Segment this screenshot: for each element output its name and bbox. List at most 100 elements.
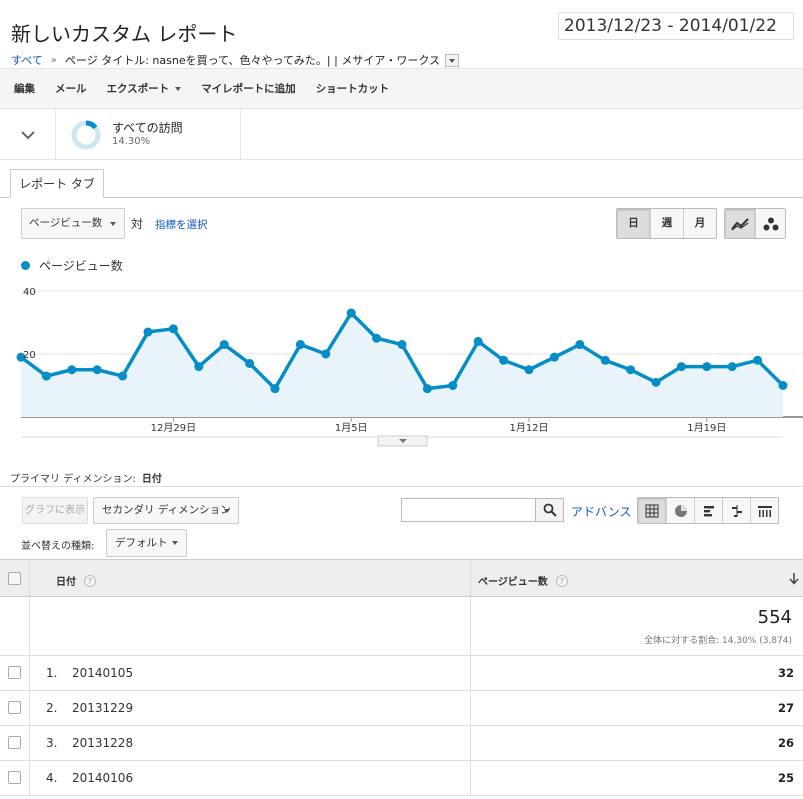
chart-point[interactable] <box>143 327 153 337</box>
comparison-icon <box>731 504 742 517</box>
row-pageviews: 25 <box>777 771 794 785</box>
chart-point[interactable] <box>473 336 483 346</box>
chart-point[interactable] <box>270 384 280 394</box>
chart-point[interactable] <box>295 340 305 350</box>
row-pageviews: 27 <box>777 701 794 715</box>
row-checkbox[interactable] <box>8 701 21 714</box>
chart-point[interactable] <box>41 371 51 381</box>
pie-view-button[interactable] <box>666 498 694 523</box>
search-button[interactable] <box>535 498 564 522</box>
chart-resize-handle[interactable] <box>377 435 428 447</box>
row-number: 2. <box>46 701 58 715</box>
secondary-dimension-select[interactable]: セカンダリ ディメンション <box>93 497 239 524</box>
breadcrumb: すべて » ページ タイトル: nasneを買って、色々やってみた。| | メサ… <box>11 52 460 68</box>
data-table: 日付? ページビュー数? 554 全体に対する割合: 14.30% (3,874… <box>0 559 803 796</box>
granularity-month-button[interactable]: 月 <box>683 209 716 238</box>
chart-point[interactable] <box>575 340 585 350</box>
chart-point[interactable] <box>676 362 686 372</box>
chart-point[interactable] <box>372 333 382 343</box>
chart-legend: ページビュー数 <box>21 257 123 274</box>
metric-select[interactable]: ページビュー数 <box>21 208 125 239</box>
chart-point[interactable] <box>651 377 661 387</box>
vs-label: 対 <box>131 217 144 231</box>
advanced-filter-link[interactable]: アドバンス <box>571 503 631 520</box>
chart-point[interactable] <box>346 308 356 318</box>
header-dimension-cell[interactable]: 日付? <box>30 560 471 596</box>
chart-point[interactable] <box>626 365 636 375</box>
chart-point[interactable] <box>67 365 77 375</box>
segment-toggle-button[interactable] <box>0 110 56 159</box>
chart-point[interactable] <box>448 381 458 390</box>
segment-card[interactable]: すべての訪問 14.30% <box>56 110 241 159</box>
chart-point[interactable] <box>245 358 255 368</box>
chart-point[interactable] <box>168 324 178 334</box>
chart-point[interactable] <box>727 362 737 372</box>
help-icon[interactable]: ? <box>84 574 96 587</box>
chart-point[interactable] <box>219 340 229 350</box>
table-header-row: 日付? ページビュー数? <box>0 559 803 597</box>
chart-point[interactable] <box>753 355 763 365</box>
secondary-dimension-label: セカンダリ ディメンション <box>102 504 231 516</box>
chart-point[interactable] <box>321 349 331 359</box>
chart-point[interactable] <box>549 352 559 362</box>
comparison-view-button[interactable] <box>722 498 750 523</box>
row-checkbox[interactable] <box>8 771 21 784</box>
tab-report[interactable]: レポート タブ <box>10 169 104 198</box>
chart-type-toggle <box>724 208 786 239</box>
email-button[interactable]: メール <box>55 81 87 96</box>
tab-divider <box>0 197 803 198</box>
chart-point[interactable] <box>778 381 788 390</box>
chart-point[interactable] <box>118 371 128 381</box>
chart-point[interactable] <box>397 340 407 350</box>
line-chart-button[interactable] <box>725 209 755 238</box>
chevron-down-icon <box>110 222 116 226</box>
export-button[interactable]: エクスポート <box>107 81 182 96</box>
granularity-day-button[interactable]: 日 <box>617 209 650 238</box>
chart-point[interactable] <box>499 355 509 365</box>
pageviews-chart: 20 40 12月29日 1月5日 1月12日 1月19日 <box>16 287 803 447</box>
performance-view-button[interactable] <box>694 498 722 523</box>
header-metric-cell[interactable]: ページビュー数? <box>471 560 803 596</box>
edit-button[interactable]: 編集 <box>14 81 35 96</box>
x-tick-label: 12月29日 <box>151 422 196 434</box>
help-icon[interactable]: ? <box>555 574 568 587</box>
summary-percent: 全体に対する割合: 14.30% (3,874) <box>644 636 792 646</box>
chart-point[interactable] <box>422 384 432 394</box>
row-checkbox[interactable] <box>8 666 21 679</box>
table-view-button[interactable] <box>638 498 666 523</box>
date-range-picker[interactable]: 2013/12/23 - 2014/01/22 <box>558 12 794 40</box>
select-metric-link[interactable]: 指標を選択 <box>155 217 208 232</box>
breadcrumb-all-link[interactable]: すべて <box>11 52 43 68</box>
pivot-view-button[interactable] <box>750 498 778 523</box>
row-date-link[interactable]: 20131229 <box>72 701 133 715</box>
report-toolbar: 編集 メール エクスポート マイレポートに追加 ショートカット <box>0 68 803 109</box>
granularity-week-button[interactable]: 週 <box>650 209 683 238</box>
chart-point[interactable] <box>524 365 534 375</box>
legend-dot-icon <box>21 261 30 270</box>
shortcut-button[interactable]: ショートカット <box>316 81 390 96</box>
chart-point[interactable] <box>600 355 610 365</box>
chart-point[interactable] <box>194 362 204 372</box>
add-to-dashboard-button[interactable]: マイレポートに追加 <box>201 81 296 96</box>
chart-point[interactable] <box>92 365 102 375</box>
row-checkbox[interactable] <box>8 736 21 749</box>
table-view-toggle <box>637 497 779 524</box>
row-date-link[interactable]: 20140105 <box>72 666 133 680</box>
primary-dimension-label: プライマリ ディメンション: <box>10 474 136 485</box>
breadcrumb-dropdown-button[interactable] <box>445 53 460 67</box>
row-date-link[interactable]: 20131228 <box>72 736 133 750</box>
chart-point[interactable] <box>702 362 712 372</box>
header-checkbox-cell <box>0 560 30 596</box>
row-number: 4. <box>46 771 58 785</box>
row-date-link[interactable]: 20140106 <box>72 771 133 785</box>
table-search-input[interactable] <box>401 498 536 522</box>
chevron-down-icon <box>172 541 178 545</box>
row-number: 3. <box>46 736 58 750</box>
plot-rows-button[interactable]: グラフに表示 <box>22 497 88 524</box>
dimension-header-label: 日付 <box>56 577 76 588</box>
primary-dimension-value[interactable]: 日付 <box>142 474 162 485</box>
motion-chart-button[interactable] <box>755 209 785 238</box>
table-row: 4. 20140106 25 <box>0 761 803 796</box>
sort-type-select[interactable]: デフォルト <box>106 529 187 557</box>
select-all-checkbox[interactable] <box>8 572 21 585</box>
